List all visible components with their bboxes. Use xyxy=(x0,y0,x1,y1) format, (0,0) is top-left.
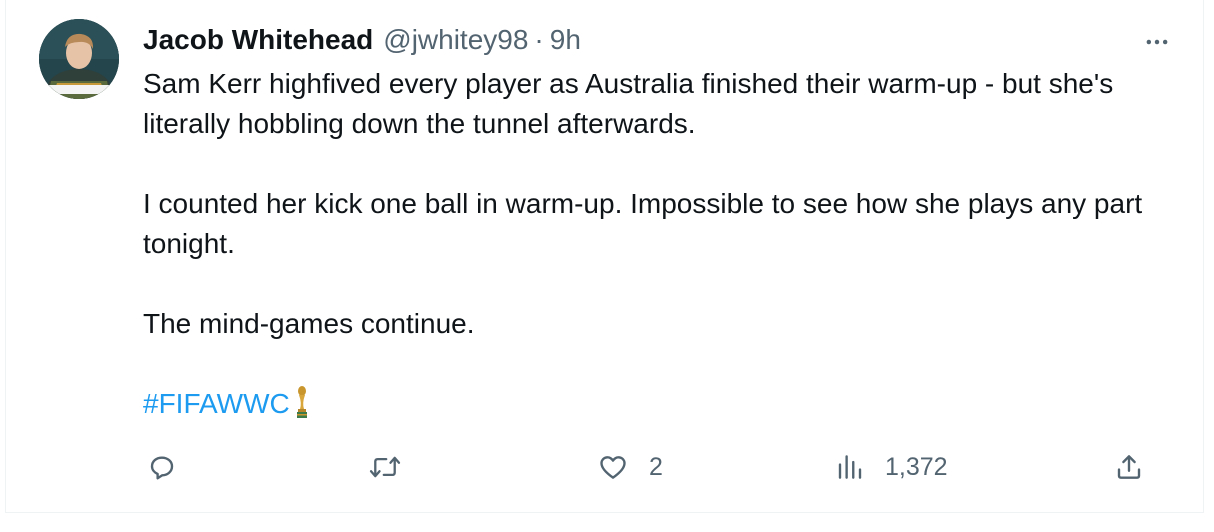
share-button[interactable] xyxy=(1114,445,1164,489)
heart-icon xyxy=(600,456,626,479)
reply-icon xyxy=(150,456,174,480)
more-icon xyxy=(1146,39,1168,45)
author-name[interactable]: Jacob Whitehead xyxy=(143,24,373,56)
views-button[interactable]: 1,372 xyxy=(835,445,948,489)
share-icon xyxy=(1117,455,1141,479)
views-icon xyxy=(838,455,862,479)
header-separator: · xyxy=(534,24,544,55)
more-button[interactable] xyxy=(1139,24,1175,60)
tweet-card[interactable]: Jacob Whitehead @jwhitey98 · 9h Sam Kerr… xyxy=(5,0,1204,513)
tweet-actions: 2 1,372 xyxy=(143,445,1173,489)
like-button[interactable]: 2 xyxy=(597,445,663,489)
tweet-text: Sam Kerr highfived every player as Austr… xyxy=(143,64,1163,430)
retweet-button[interactable] xyxy=(368,445,422,489)
reply-button[interactable] xyxy=(147,445,197,489)
tweet-paragraph-2: I counted her kick one ball in warm-up. … xyxy=(143,188,1143,259)
tweet-hashtag-line: #FIFAWWC xyxy=(143,384,1163,430)
avatar[interactable] xyxy=(39,19,119,99)
tweet-header: Jacob Whitehead @jwhitey98 · 9h xyxy=(143,20,581,60)
author-handle[interactable]: @jwhitey98 xyxy=(383,24,528,56)
bottom-divider xyxy=(0,513,1214,532)
trophy-icon xyxy=(294,385,310,430)
hashtag-link[interactable]: #FIFAWWC xyxy=(143,388,290,419)
like-count: 2 xyxy=(649,452,663,481)
tweet-paragraph-1: Sam Kerr highfived every player as Austr… xyxy=(143,68,1114,139)
tweet-timestamp[interactable]: 9h xyxy=(550,24,581,56)
avatar-image xyxy=(39,19,119,99)
retweet-icon xyxy=(369,456,401,478)
tweet-paragraph-3: The mind-games continue. xyxy=(143,308,475,339)
views-count: 1,372 xyxy=(885,452,948,481)
